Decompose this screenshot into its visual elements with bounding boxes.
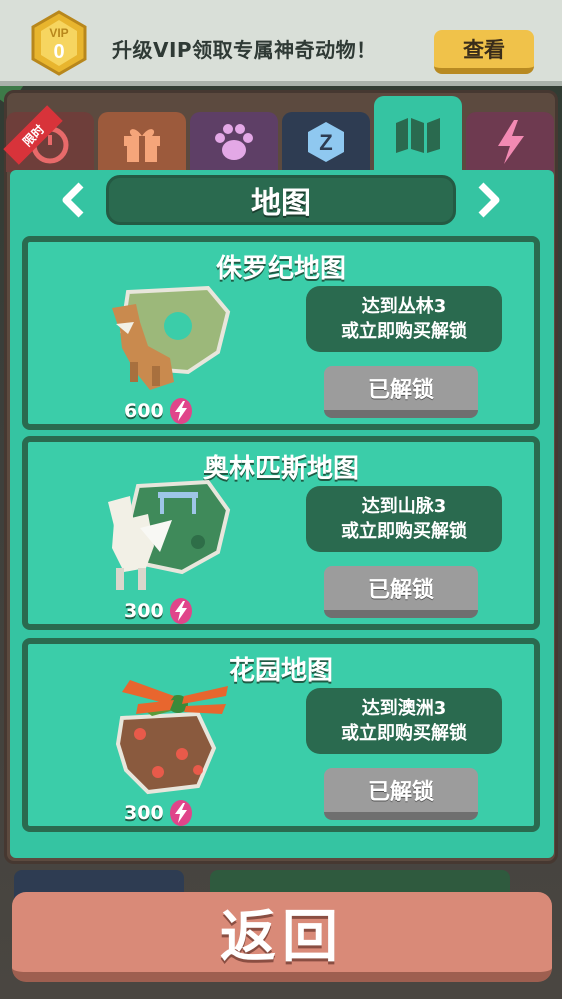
requirement-line2: 或立即购买解锁 [341, 723, 467, 744]
map-price: 300 [124, 800, 192, 826]
map-icon [396, 118, 440, 153]
paw-icon [215, 124, 253, 160]
energy-icon [169, 598, 192, 624]
unlock-requirement: 达到山脉3 或立即购买解锁 [306, 486, 502, 552]
unlocked-button[interactable]: 已解锁 [324, 366, 478, 418]
requirement-line1: 达到山脉3 [361, 496, 447, 517]
map-card-garden: 花园地图 达到澳洲3 或立即购买解锁 已解锁 300 [22, 638, 540, 832]
requirement-line2: 或立即购买解锁 [341, 321, 467, 342]
tab-currency[interactable]: Z [282, 112, 370, 172]
dragonfly-island-art [115, 680, 228, 795]
dinosaur-island-art [112, 285, 231, 390]
vip-banner[interactable]: VIP 0 升级VIP领取专属神奇动物！ 查看 [0, 0, 562, 86]
unlocked-button[interactable]: 已解锁 [324, 566, 478, 618]
price-value: 300 [124, 802, 164, 824]
unlock-requirement: 达到澳洲3 或立即购买解锁 [306, 688, 502, 754]
category-tabs: 限时 Z [3, 96, 556, 174]
vip-badge-icon: VIP 0 [30, 10, 88, 76]
tab-map[interactable] [374, 96, 462, 174]
energy-icon [169, 398, 192, 424]
view-vip-button[interactable]: 查看 [434, 30, 534, 74]
page-title: 地图 [106, 175, 456, 225]
vip-promo-text: 升级VIP领取专属神奇动物！ [112, 38, 377, 62]
price-value: 300 [124, 600, 164, 622]
energy-icon [169, 800, 192, 826]
lightning-icon [498, 120, 524, 164]
coin-icon: Z [308, 122, 344, 162]
tab-paw[interactable] [190, 112, 278, 172]
requirement-line2: 或立即购买解锁 [341, 521, 467, 542]
chevron-right-icon[interactable] [474, 180, 504, 220]
map-price: 300 [124, 598, 192, 624]
requirement-line1: 达到澳洲3 [361, 698, 447, 719]
vip-level: 0 [53, 41, 64, 63]
unlock-requirement: 达到丛林3 或立即购买解锁 [306, 286, 502, 352]
return-button[interactable]: 返回 [12, 892, 552, 982]
map-card-jurassic: 侏罗纪地图 达到丛林3 或立即购买解锁 已解锁 600 [22, 236, 540, 430]
tab-gift[interactable] [98, 112, 186, 172]
gift-icon [124, 129, 160, 162]
requirement-line1: 达到丛林3 [361, 296, 447, 317]
map-card-olympus: 奥林匹斯地图 达到山脉3 或立即购买解锁 已解锁 300 [22, 436, 540, 630]
tab-energy[interactable] [466, 112, 554, 172]
chevron-left-icon[interactable] [58, 180, 88, 220]
tab-limited[interactable]: 限时 [3, 105, 94, 172]
vip-badge-label: VIP [49, 26, 68, 40]
map-price: 600 [124, 398, 192, 424]
pegasus-island-art [108, 479, 231, 590]
svg-text:Z: Z [319, 130, 332, 155]
price-value: 600 [124, 400, 164, 422]
unlocked-button[interactable]: 已解锁 [324, 768, 478, 820]
